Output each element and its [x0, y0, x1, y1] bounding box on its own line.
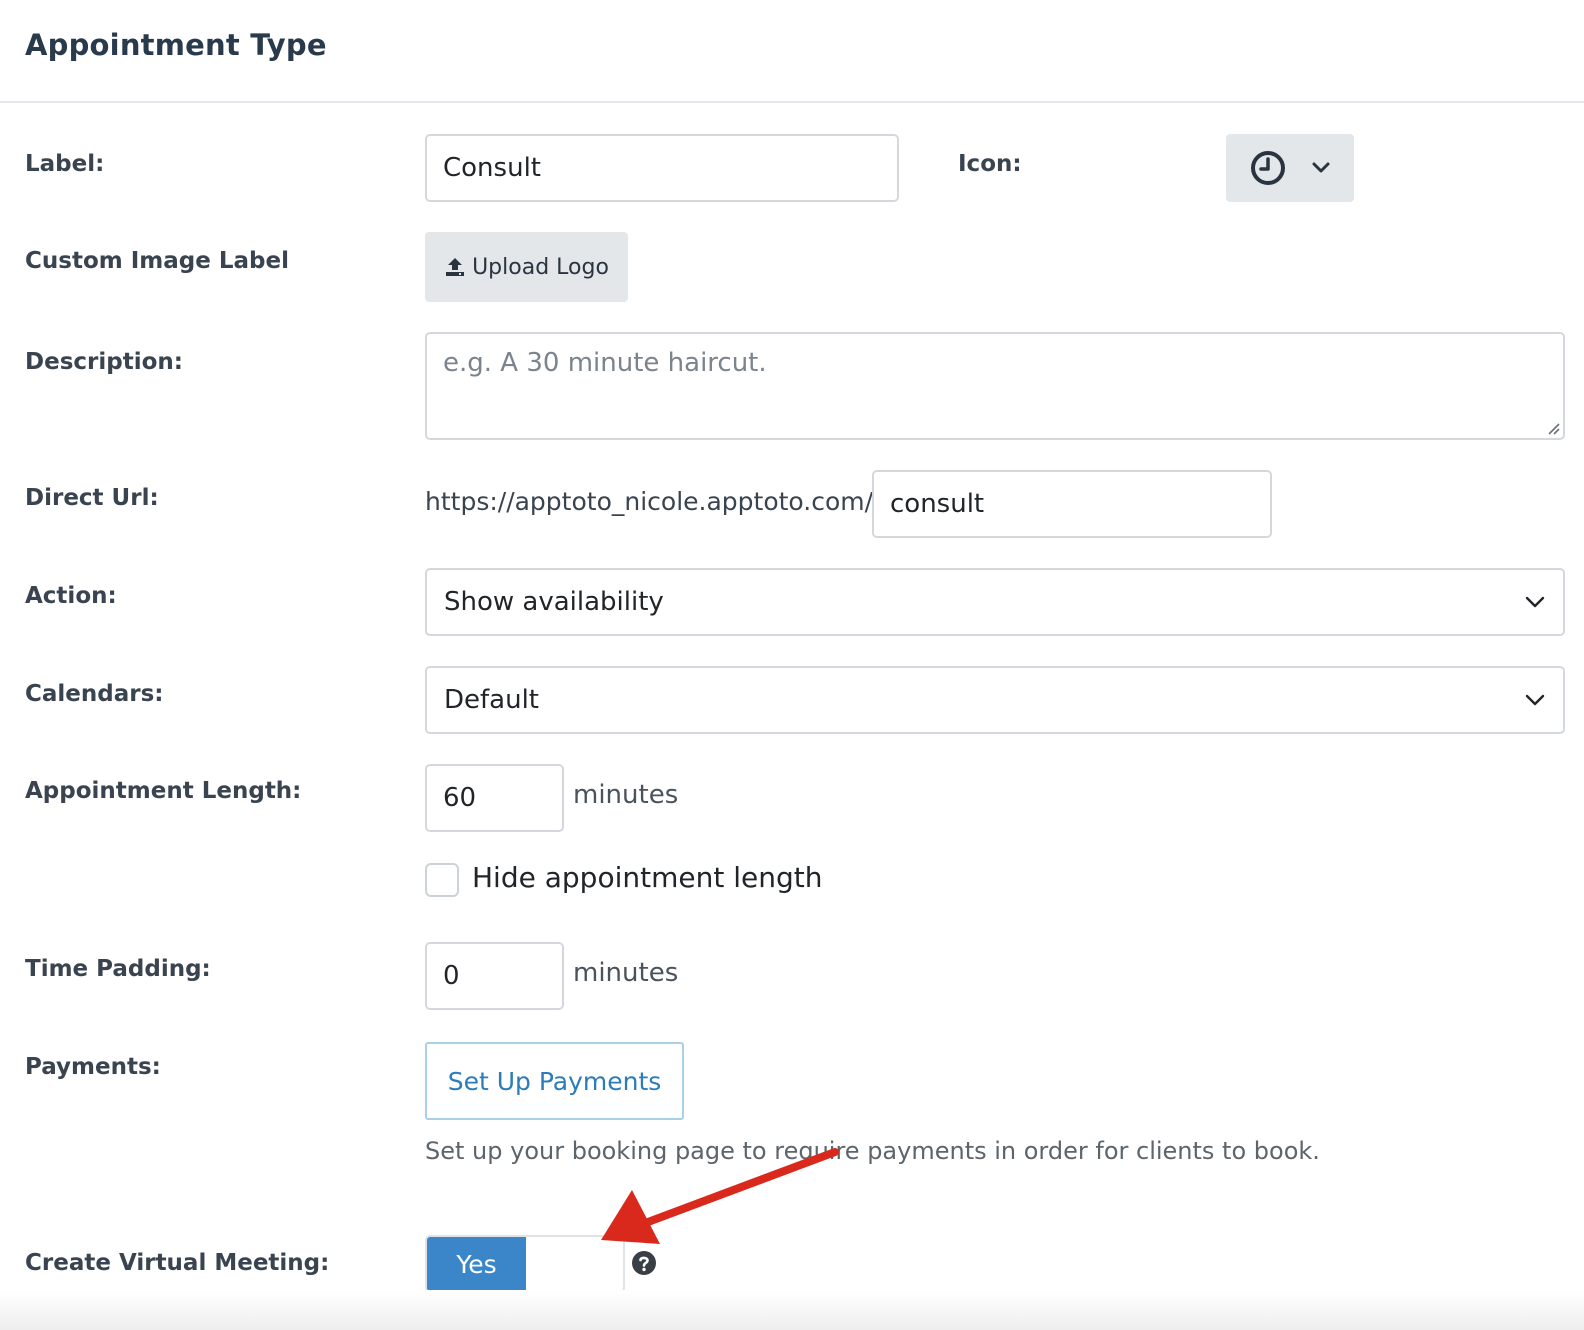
direct-url-label: Direct Url: — [25, 485, 159, 511]
hide-appointment-length-checkbox[interactable] — [425, 863, 459, 897]
toggle-yes-option[interactable]: Yes — [427, 1237, 526, 1291]
chevron-down-icon — [1312, 162, 1330, 173]
create-virtual-meeting-label: Create Virtual Meeting: — [25, 1250, 330, 1276]
label-field-label: Label: — [25, 151, 105, 177]
calendars-label: Calendars: — [25, 681, 164, 707]
appointment-length-label: Appointment Length: — [25, 778, 302, 804]
annotation-arrow-icon — [601, 1148, 839, 1244]
payments-label: Payments: — [25, 1054, 161, 1080]
appointment-length-unit: minutes — [573, 780, 679, 810]
icon-field-label: Icon: — [958, 151, 1022, 177]
set-up-payments-button[interactable]: Set Up Payments — [425, 1042, 684, 1120]
description-textarea[interactable] — [425, 332, 1565, 440]
action-select[interactable]: Show availability — [425, 568, 1565, 636]
hide-appointment-length-label[interactable]: Hide appointment length — [472, 861, 822, 894]
action-select-value: Show availability — [444, 587, 664, 617]
icon-picker-dropdown[interactable] — [1226, 134, 1354, 202]
action-label: Action: — [25, 583, 117, 609]
time-padding-unit: minutes — [573, 958, 679, 988]
page-title: Appointment Type — [25, 28, 327, 62]
time-padding-label: Time Padding: — [25, 956, 211, 982]
chevron-down-icon — [1525, 596, 1545, 608]
description-label: Description: — [25, 349, 183, 375]
upload-logo-button[interactable]: Upload Logo — [425, 232, 628, 302]
clock-icon — [1251, 151, 1285, 185]
payments-help-text: Set up your booking page to require paym… — [425, 1137, 1320, 1165]
chevron-down-icon — [1525, 694, 1545, 706]
custom-image-label: Custom Image Label — [25, 248, 289, 274]
upload-icon — [446, 258, 465, 276]
label-input[interactable] — [425, 134, 899, 202]
upload-logo-button-label: Upload Logo — [472, 254, 609, 280]
time-padding-input[interactable] — [425, 942, 564, 1010]
direct-url-slug-input[interactable] — [872, 470, 1272, 538]
resize-handle-icon[interactable] — [1546, 421, 1560, 435]
calendars-select-value: Default — [444, 685, 539, 715]
appointment-length-input[interactable] — [425, 764, 564, 832]
direct-url-prefix: https://apptoto_nicole.apptoto.com/ — [425, 487, 874, 516]
page-header: Appointment Type — [0, 0, 1584, 103]
bottom-fade — [0, 1290, 1584, 1330]
calendars-select[interactable]: Default — [425, 666, 1565, 734]
